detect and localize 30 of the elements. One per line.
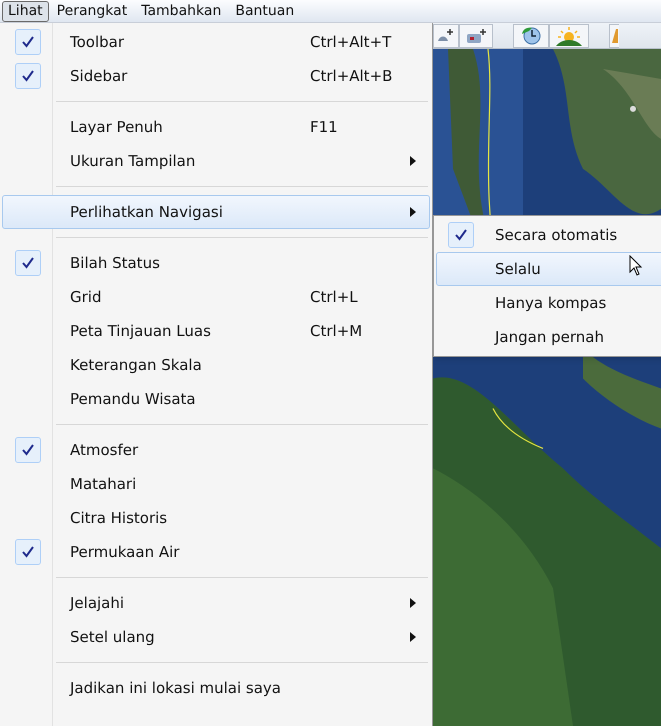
menu-item[interactable]: Toolbar Ctrl+Alt+T bbox=[2, 25, 430, 59]
menu-item[interactable]: Jadikan ini lokasi mulai saya bbox=[2, 671, 430, 705]
menu-bar-item[interactable]: Lihat bbox=[2, 1, 49, 22]
menu-item[interactable]: Layar Penuh F11 bbox=[2, 110, 430, 144]
add-placemark-icon[interactable] bbox=[433, 24, 459, 48]
menu-item[interactable]: Atmosfer bbox=[2, 433, 430, 467]
submenu-item[interactable]: Selalu bbox=[436, 252, 661, 286]
menu-item[interactable]: Perlihatkan Navigasi bbox=[2, 195, 430, 229]
submenu-item[interactable]: Hanya kompas bbox=[436, 286, 661, 320]
menu-item[interactable]: Ukuran Tampilan bbox=[2, 144, 430, 178]
menu-item[interactable]: Sidebar Ctrl+Alt+B bbox=[2, 59, 430, 93]
menu-item[interactable]: Matahari bbox=[2, 467, 430, 501]
menu-item[interactable]: Keterangan Skala bbox=[2, 348, 430, 382]
clock-icon[interactable] bbox=[513, 24, 549, 48]
menu-bar-item[interactable]: Tambahkan bbox=[135, 1, 228, 22]
menu-item[interactable]: Jelajahi bbox=[2, 586, 430, 620]
sun-icon[interactable] bbox=[549, 24, 589, 48]
menu-item[interactable]: Pemandu Wisata bbox=[2, 382, 430, 416]
menu-bar-item[interactable]: Perangkat bbox=[50, 1, 134, 22]
menu-item[interactable]: Permukaan Air bbox=[2, 535, 430, 569]
submenu-item[interactable]: Secara otomatis bbox=[436, 218, 661, 252]
menu-item[interactable]: Setel ulang bbox=[2, 620, 430, 654]
add-tour-icon[interactable] bbox=[459, 24, 493, 48]
menu-item[interactable]: Peta Tinjauan Luas Ctrl+M bbox=[2, 314, 430, 348]
menu-item[interactable]: Bilah Status bbox=[2, 246, 430, 280]
mouse-pointer-icon bbox=[629, 255, 643, 277]
menu-item[interactable]: Grid Ctrl+L bbox=[2, 280, 430, 314]
submenu-item[interactable]: Jangan pernah bbox=[436, 320, 661, 354]
menu-item[interactable]: Citra Historis bbox=[2, 501, 430, 535]
menu-bar-item[interactable]: Bantuan bbox=[229, 1, 300, 22]
